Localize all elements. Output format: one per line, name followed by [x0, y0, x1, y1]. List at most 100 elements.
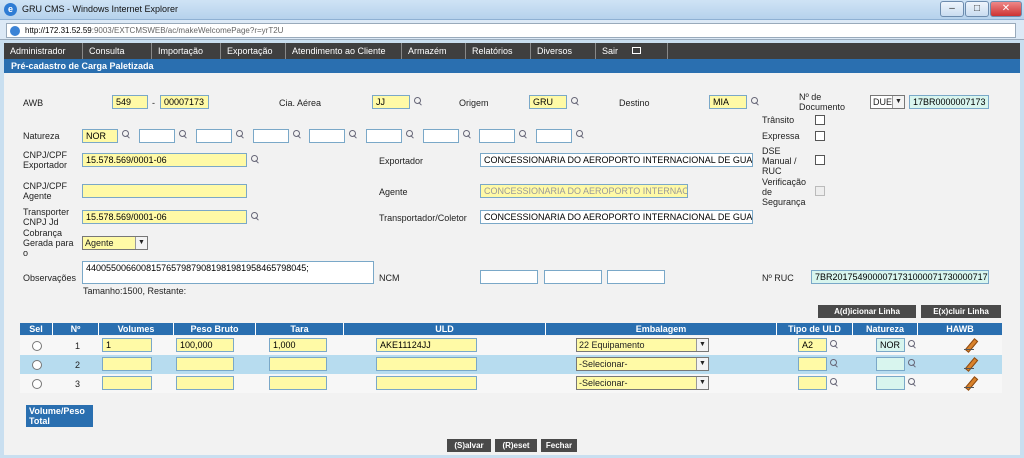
cnpj-exportador-input[interactable]: 15.578.569/0001-06	[82, 153, 247, 167]
tara-input[interactable]	[269, 357, 327, 371]
menu-diversos[interactable]: Diversos	[531, 43, 596, 59]
close-button[interactable]: Fechar	[541, 439, 577, 452]
url-field[interactable]: http://172.31.52.59:9003/EXTCMSWEB/ac/ma…	[6, 23, 1016, 38]
embalagem-select[interactable]: -Selecionar- ▼	[576, 357, 709, 371]
natureza-row-search-icon[interactable]	[908, 359, 917, 368]
ruc-input[interactable]: 7BR20175490000717310000717300007173	[811, 270, 989, 284]
save-button[interactable]: (S)alvar	[447, 439, 491, 452]
url-path: :9003/EXTCMSWEB/ac/makeWelcomePage?r=yrT…	[91, 26, 284, 35]
main-menu: Administrador Consulta Importação Export…	[4, 43, 1020, 59]
peso-bruto-input[interactable]	[176, 376, 234, 390]
awb-number-input[interactable]: 00007173	[160, 95, 209, 109]
tipo-uld-search-icon[interactable]	[830, 359, 839, 368]
transito-checkbox[interactable]	[815, 115, 825, 125]
cnpj-transportador-input[interactable]: 15.578.569/0001-06	[82, 210, 247, 224]
row-select-radio[interactable]	[32, 360, 42, 370]
tipo-uld-input[interactable]	[798, 376, 827, 390]
natureza-row-input[interactable]	[876, 376, 905, 390]
natureza-input-6[interactable]	[366, 129, 402, 143]
exportador-input[interactable]: CONCESSIONARIA DO AEROPORTO INTERNACIONA…	[480, 153, 753, 167]
natureza-search-icon[interactable]	[122, 130, 131, 139]
cnpj-transportador-search-icon[interactable]	[251, 212, 260, 221]
tara-input[interactable]	[269, 376, 327, 390]
natureza-search-icon[interactable]	[463, 130, 472, 139]
cia-search-icon[interactable]	[414, 97, 423, 106]
ncm-label: NCM	[379, 273, 400, 283]
remove-line-button[interactable]: E(x)cluir Linha	[921, 305, 1001, 318]
dse-checkbox[interactable]	[815, 155, 825, 165]
menu-consulta[interactable]: Consulta	[83, 43, 152, 59]
uld-input[interactable]: AKE11124JJ	[376, 338, 477, 352]
ncm-input-2[interactable]	[544, 270, 602, 284]
awb-prefix-input[interactable]: 549	[112, 95, 148, 109]
natureza-input-8[interactable]	[479, 129, 515, 143]
cobranca-select[interactable]: Agente ▼	[82, 236, 148, 250]
natureza-input-5[interactable]	[309, 129, 345, 143]
origem-search-icon[interactable]	[571, 97, 580, 106]
natureza-row-search-icon[interactable]	[908, 340, 917, 349]
reset-button[interactable]: (R)eset	[495, 439, 537, 452]
agente-input[interactable]: CONCESSIONARIA DO AEROPORTO INTERNACIONA…	[480, 184, 688, 198]
transportador-input[interactable]: CONCESSIONARIA DO AEROPORTO INTERNACIONA…	[480, 210, 753, 224]
destino-search-icon[interactable]	[751, 97, 760, 106]
expressa-checkbox[interactable]	[815, 131, 825, 141]
tipo-uld-input[interactable]: A2	[798, 338, 827, 352]
embalagem-select[interactable]: -Selecionar- ▼	[576, 376, 709, 390]
edit-hawb-icon[interactable]	[964, 358, 976, 370]
documento-type-select[interactable]: DUE ▼	[870, 95, 905, 109]
volumes-input[interactable]: 1	[102, 338, 152, 352]
menu-armazem[interactable]: Armazém	[402, 43, 466, 59]
destino-input[interactable]: MIA	[709, 95, 747, 109]
natureza-input-2[interactable]	[139, 129, 175, 143]
peso-bruto-input[interactable]	[176, 357, 234, 371]
embalagem-select[interactable]: 22 Equipamento ▼	[576, 338, 709, 352]
ncm-input-3[interactable]	[607, 270, 665, 284]
documento-input[interactable]: 17BR0000007173	[909, 95, 989, 109]
natureza-search-icon[interactable]	[293, 130, 302, 139]
menu-exportacao[interactable]: Exportação	[221, 43, 286, 59]
natureza-search-icon[interactable]	[519, 130, 528, 139]
menu-administrador[interactable]: Administrador	[4, 43, 83, 59]
tara-input[interactable]: 1,000	[269, 338, 327, 352]
peso-bruto-input[interactable]: 100,000	[176, 338, 234, 352]
cia-input[interactable]: JJ	[372, 95, 410, 109]
cnpj-agente-input[interactable]	[82, 184, 247, 198]
natureza-input-3[interactable]	[196, 129, 232, 143]
natureza-input-7[interactable]	[423, 129, 459, 143]
menu-importacao[interactable]: Importação	[152, 43, 221, 59]
tipo-uld-search-icon[interactable]	[830, 340, 839, 349]
add-line-button[interactable]: A(d)icionar Linha	[818, 305, 916, 318]
minimize-button[interactable]: –	[940, 1, 964, 17]
edit-hawb-icon[interactable]	[964, 339, 976, 351]
natureza-search-icon[interactable]	[349, 130, 358, 139]
menu-relatorios[interactable]: Relatórios	[466, 43, 531, 59]
verificacao-checkbox[interactable]	[815, 186, 825, 196]
volumes-input[interactable]	[102, 357, 152, 371]
uld-input[interactable]	[376, 376, 477, 390]
natureza-input-4[interactable]	[253, 129, 289, 143]
tipo-uld-search-icon[interactable]	[830, 378, 839, 387]
origem-input[interactable]: GRU	[529, 95, 567, 109]
natureza-row-input[interactable]	[876, 357, 905, 371]
natureza-input-1[interactable]: NOR	[82, 129, 118, 143]
volumes-input[interactable]	[102, 376, 152, 390]
maximize-button[interactable]: □	[965, 1, 989, 17]
natureza-row-search-icon[interactable]	[908, 378, 917, 387]
row-select-radio[interactable]	[32, 379, 42, 389]
natureza-input-9[interactable]	[536, 129, 572, 143]
natureza-row-input[interactable]: NOR	[876, 338, 905, 352]
ncm-input-1[interactable]	[480, 270, 538, 284]
close-window-button[interactable]: ✕	[990, 1, 1022, 17]
row-select-radio[interactable]	[32, 341, 42, 351]
uld-input[interactable]	[376, 357, 477, 371]
tipo-uld-input[interactable]	[798, 357, 827, 371]
observacoes-textarea[interactable]: 4400550066008157657987908198198195846579…	[82, 261, 374, 284]
natureza-search-icon[interactable]	[406, 130, 415, 139]
menu-atendimento[interactable]: Atendimento ao Cliente	[286, 43, 402, 59]
natureza-search-icon[interactable]	[236, 130, 245, 139]
edit-hawb-icon[interactable]	[964, 377, 976, 389]
cnpj-exportador-search-icon[interactable]	[251, 155, 260, 164]
natureza-search-icon[interactable]	[576, 130, 585, 139]
menu-sair[interactable]: Sair	[596, 43, 668, 59]
natureza-search-icon[interactable]	[179, 130, 188, 139]
